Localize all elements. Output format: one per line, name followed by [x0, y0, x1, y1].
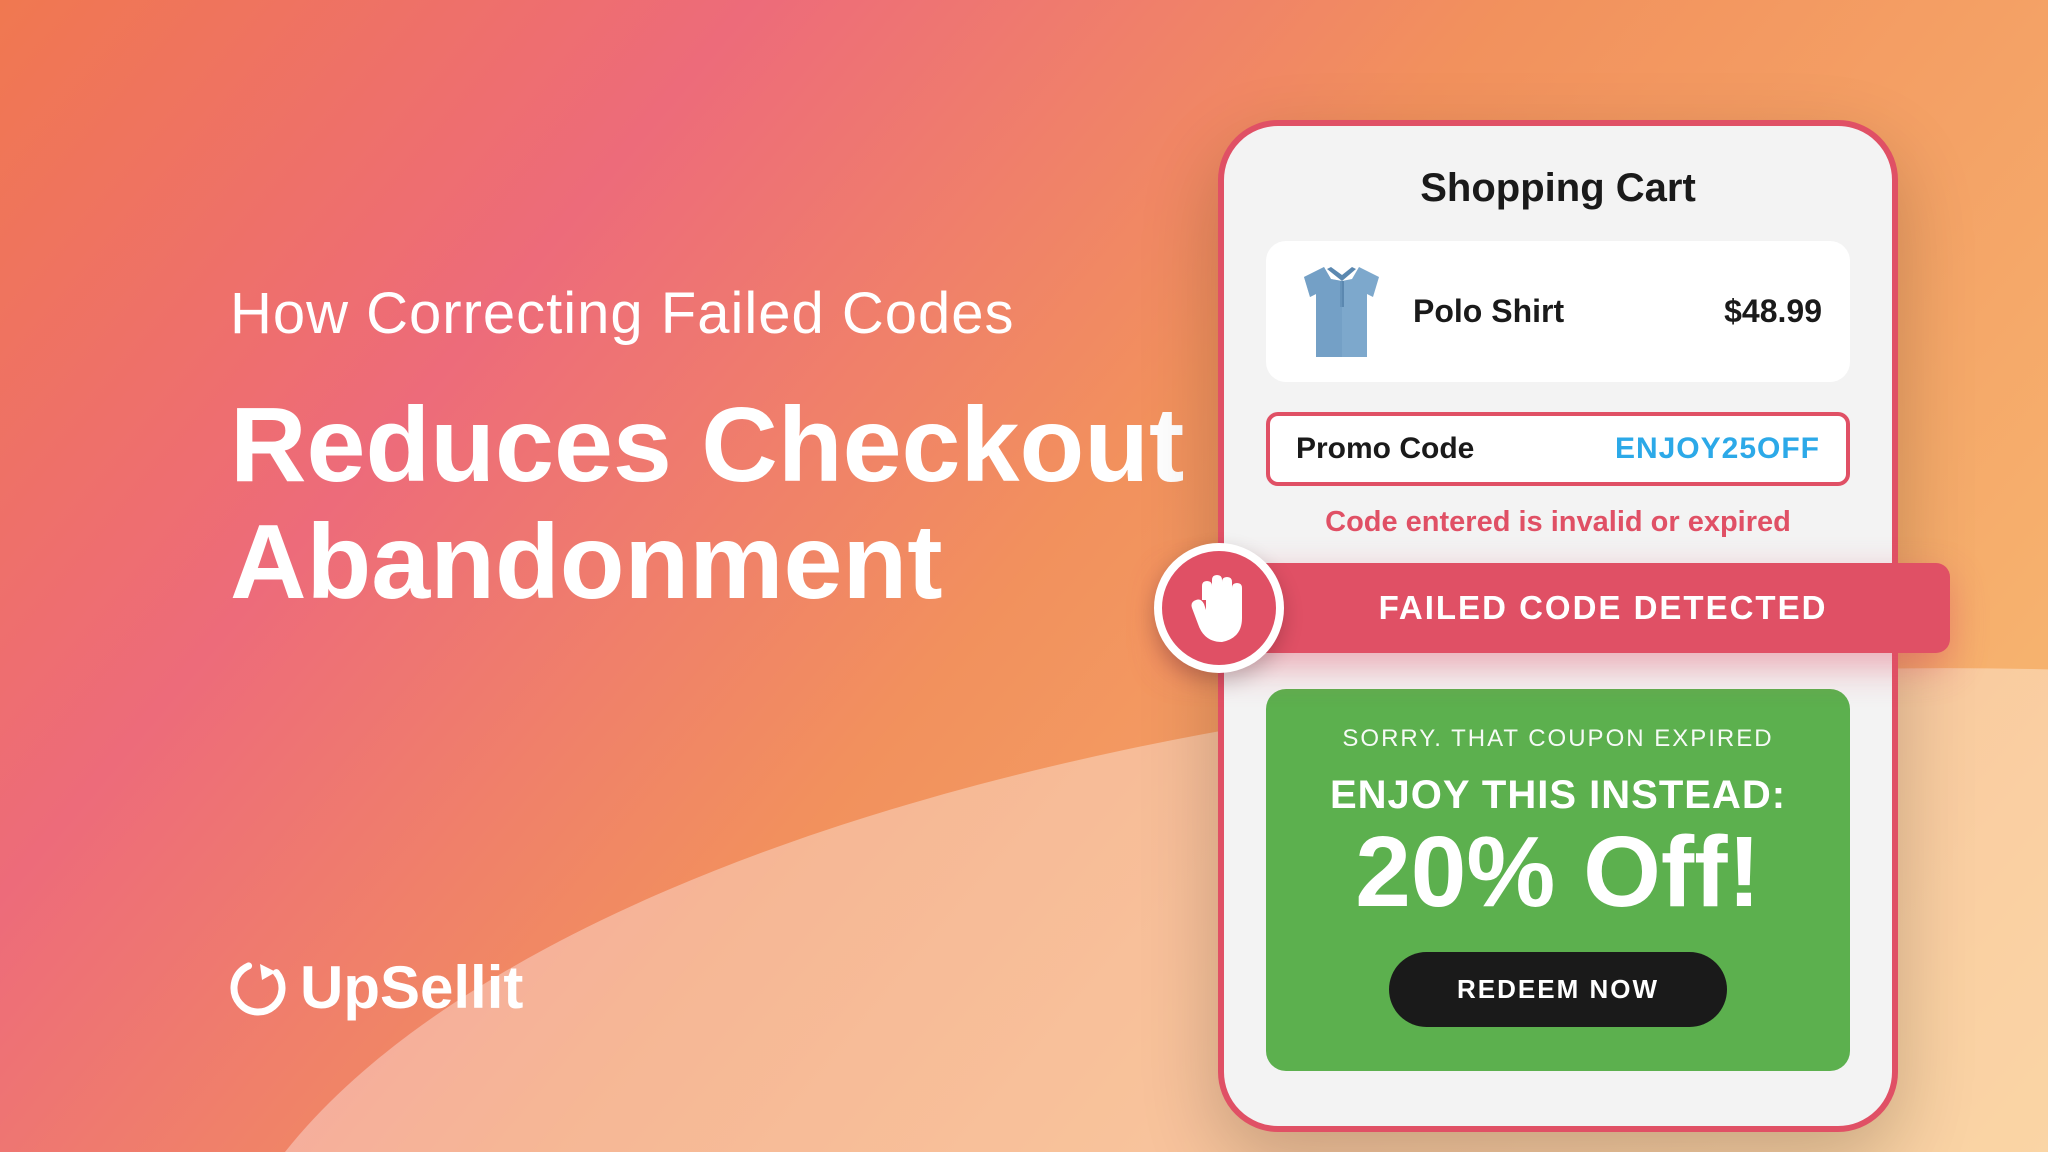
- main-heading-line1: Reduces Checkout: [230, 387, 1184, 504]
- polo-shirt-icon: [1294, 259, 1389, 364]
- redeem-button[interactable]: REDEEM NOW: [1389, 952, 1727, 1027]
- offer-card: SORRY. THAT COUPON EXPIRED ENJOY THIS IN…: [1266, 689, 1850, 1071]
- stop-hand-icon: [1154, 543, 1284, 673]
- promo-code-input[interactable]: Promo Code ENJOY25OFF: [1266, 412, 1850, 486]
- main-heading: Reduces Checkout Abandonment: [230, 387, 1184, 620]
- promo-error-message: Code entered is invalid or expired: [1266, 506, 1850, 539]
- promo-code-value: ENJOY25OFF: [1615, 432, 1820, 466]
- offer-enjoy-text: ENJOY THIS INSTEAD:: [1296, 773, 1820, 818]
- offer-sorry-text: SORRY. THAT COUPON EXPIRED: [1296, 725, 1820, 753]
- phone-mockup: Shopping Cart Polo Shirt $48.99 Promo Co…: [1218, 120, 1898, 1132]
- item-name: Polo Shirt: [1413, 293, 1700, 330]
- upsellit-logo-icon: [230, 960, 286, 1016]
- main-heading-line2: Abandonment: [230, 504, 1184, 621]
- cart-item-row: Polo Shirt $48.99: [1266, 241, 1850, 382]
- item-price: $48.99: [1724, 293, 1822, 330]
- headline-block: How Correcting Failed Codes Reduces Chec…: [230, 280, 1184, 620]
- brand-name: UpSellit: [300, 953, 523, 1022]
- subheading: How Correcting Failed Codes: [230, 280, 1184, 347]
- failed-code-banner: FAILED CODE DETECTED: [1166, 563, 1950, 653]
- brand-logo: UpSellit: [230, 953, 523, 1022]
- offer-amount: 20% Off!: [1296, 822, 1820, 922]
- cart-title: Shopping Cart: [1266, 166, 1850, 211]
- promo-label: Promo Code: [1296, 432, 1474, 466]
